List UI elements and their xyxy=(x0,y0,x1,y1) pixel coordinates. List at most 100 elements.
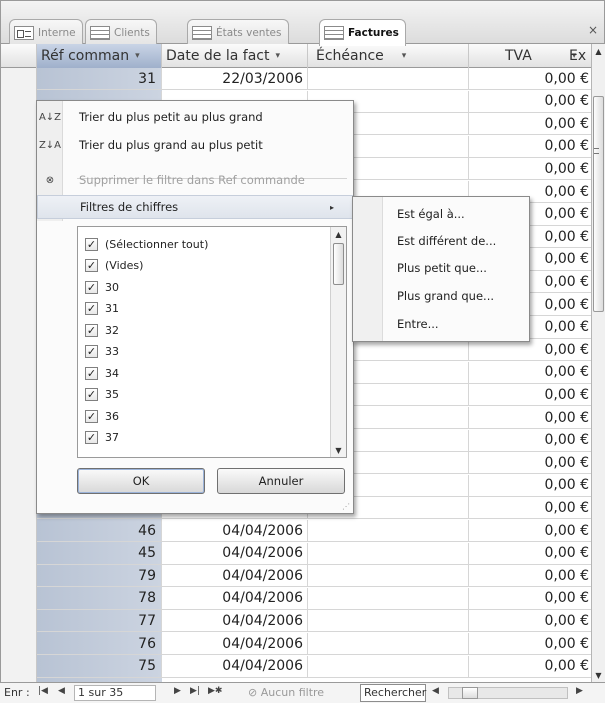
tva-cell[interactable]: 0,00 € xyxy=(469,475,591,496)
chevron-down-icon[interactable]: ▾ xyxy=(402,51,407,61)
ref-commande-cell[interactable]: 31 xyxy=(37,68,162,89)
close-icon[interactable]: × xyxy=(588,23,598,37)
filter-checkbox-item[interactable]: ✓ 37 xyxy=(85,427,119,449)
tva-cell[interactable]: 0,00 € xyxy=(469,452,591,473)
first-record-icon[interactable]: |◀ xyxy=(38,686,48,696)
tva-cell[interactable]: 0,00 € xyxy=(469,384,591,405)
ref-commande-cell[interactable]: 77 xyxy=(37,610,162,632)
vertical-scrollbar[interactable]: ▲ ▼ xyxy=(591,44,605,682)
checkbox[interactable]: ✓ xyxy=(85,409,98,423)
checkbox[interactable]: ✓ xyxy=(85,388,98,401)
tva-cell[interactable]: 0,00 € xyxy=(469,68,591,89)
tva-cell[interactable]: 0,00 € xyxy=(469,497,591,518)
submenu-item-between[interactable]: Entre... xyxy=(397,313,439,335)
date-facture-cell[interactable]: 04/04/2006 xyxy=(162,565,308,587)
echeance-cell[interactable] xyxy=(308,565,469,587)
table-row[interactable]: 79 04/04/2006 0,00 € xyxy=(37,565,591,588)
ref-commande-cell[interactable]: 46 xyxy=(37,520,162,541)
table-row[interactable]: 76 04/04/2006 0,00 € xyxy=(37,633,591,655)
ok-button[interactable]: OK xyxy=(77,468,205,494)
submenu-item-greater-than[interactable]: Plus grand que... xyxy=(397,285,494,307)
row-selector-column[interactable] xyxy=(1,68,37,682)
checkbox[interactable]: ✓ xyxy=(85,302,98,315)
table-row[interactable]: 75 04/04/2006 0,00 € xyxy=(37,655,591,678)
scroll-down-icon[interactable]: ▼ xyxy=(592,668,605,682)
column-header-date-facture[interactable]: Date de la fact ▾ xyxy=(162,44,308,68)
list-scrollbar[interactable]: ▲ ▼ xyxy=(330,227,346,457)
submenu-item-less-than[interactable]: Plus petit que... xyxy=(397,257,487,279)
tva-cell[interactable]: 0,00 € xyxy=(469,633,591,654)
tva-cell[interactable]: 0,00 € xyxy=(469,520,591,541)
date-facture-cell[interactable]: 04/04/2006 xyxy=(162,633,308,654)
column-header-ex[interactable]: Ex xyxy=(565,44,591,68)
tva-cell[interactable]: 0,00 € xyxy=(469,430,591,451)
scroll-up-icon[interactable]: ▲ xyxy=(331,227,346,241)
checkbox[interactable]: ✓ xyxy=(85,345,98,358)
checkbox[interactable]: ✓ xyxy=(85,237,98,251)
date-facture-cell[interactable]: 04/04/2006 xyxy=(162,542,308,564)
checkbox[interactable]: ✓ xyxy=(85,323,98,337)
record-position-field[interactable]: 1 sur 35 xyxy=(74,685,156,701)
date-facture-cell[interactable]: 04/04/2006 xyxy=(162,587,308,609)
checkbox[interactable]: ✓ xyxy=(85,366,98,380)
filter-checkbox-item[interactable]: ✓ 33 xyxy=(85,341,119,363)
scroll-left-icon[interactable]: ◀ xyxy=(432,686,439,696)
tva-cell[interactable]: 0,00 € xyxy=(469,339,591,360)
scrollbar-thumb[interactable] xyxy=(333,243,344,285)
ref-commande-cell[interactable]: 78 xyxy=(37,587,162,609)
tab-factures[interactable]: Factures xyxy=(319,19,406,46)
tva-cell[interactable]: 0,00 € xyxy=(469,136,591,157)
search-input[interactable]: Rechercher xyxy=(360,684,426,702)
table-row[interactable]: 77 04/04/2006 0,00 € xyxy=(37,610,591,633)
tva-cell[interactable]: 0,00 € xyxy=(469,113,591,134)
scrollbar-thumb[interactable] xyxy=(593,96,604,312)
scrollbar-thumb[interactable] xyxy=(462,687,478,699)
checkbox[interactable]: ✓ xyxy=(85,280,98,294)
date-facture-cell[interactable]: 04/04/2006 xyxy=(162,520,308,541)
menu-item-sort-ascending[interactable]: A↓Z Trier du plus petit au plus grand xyxy=(37,105,353,129)
scroll-right-icon[interactable]: ▶ xyxy=(576,686,583,696)
filter-checkbox-item[interactable]: ✓ (Vides) xyxy=(85,255,143,277)
tva-cell[interactable]: 0,00 € xyxy=(469,91,591,112)
next-record-icon[interactable]: ▶ xyxy=(174,686,181,696)
echeance-cell[interactable] xyxy=(308,520,469,541)
echeance-cell[interactable] xyxy=(308,655,469,677)
ref-commande-cell[interactable]: 45 xyxy=(37,542,162,564)
scroll-down-icon[interactable]: ▼ xyxy=(331,443,346,457)
filter-checkbox-item[interactable]: ✓ 32 xyxy=(85,319,119,341)
date-facture-cell[interactable]: 04/04/2006 xyxy=(162,655,308,677)
ref-commande-cell[interactable]: 76 xyxy=(37,633,162,654)
filter-checkbox-item[interactable]: ✓ 34 xyxy=(85,362,119,384)
tva-cell[interactable]: 0,00 € xyxy=(469,362,591,383)
scroll-up-icon[interactable]: ▲ xyxy=(592,44,605,58)
tva-cell[interactable]: 0,00 € xyxy=(469,565,591,586)
ref-commande-cell[interactable]: 75 xyxy=(37,655,162,677)
tab-interne[interactable]: Interne xyxy=(9,19,83,45)
tva-cell[interactable]: 0,00 € xyxy=(469,158,591,179)
tva-cell[interactable]: 0,00 € xyxy=(469,543,591,564)
menu-item-number-filters[interactable]: Filtres de chiffres ▸ xyxy=(37,195,353,219)
filter-checkbox-item[interactable]: ✓ (Sélectionner tout) xyxy=(85,233,208,255)
table-row[interactable]: 46 04/04/2006 0,00 € xyxy=(37,520,591,542)
tab-clients[interactable]: Clients xyxy=(85,19,157,45)
echeance-cell[interactable] xyxy=(308,68,469,89)
submenu-item-not-equals[interactable]: Est différent de... xyxy=(397,230,496,252)
echeance-cell[interactable] xyxy=(308,542,469,564)
cancel-button[interactable]: Annuler xyxy=(217,468,345,494)
submenu-item-equals[interactable]: Est égal à... xyxy=(397,203,465,225)
ref-commande-cell[interactable]: 79 xyxy=(37,565,162,587)
chevron-down-icon[interactable]: ▾ xyxy=(275,51,280,61)
menu-item-sort-descending[interactable]: Z↓A Trier du plus grand au plus petit xyxy=(37,133,353,157)
column-header-echeance[interactable]: Échéance ▾ xyxy=(308,44,469,68)
tva-cell[interactable]: 0,00 € xyxy=(469,610,591,631)
tva-cell[interactable]: 0,00 € xyxy=(469,656,591,677)
tab-etats-ventes[interactable]: États ventes xyxy=(187,19,289,45)
filter-checkbox-item[interactable]: ✓ 35 xyxy=(85,384,119,406)
date-facture-cell[interactable]: 04/04/2006 xyxy=(162,610,308,632)
echeance-cell[interactable] xyxy=(308,633,469,654)
tva-cell[interactable]: 0,00 € xyxy=(469,588,591,609)
table-row[interactable]: 78 04/04/2006 0,00 € xyxy=(37,587,591,610)
new-record-icon[interactable]: ▶✱ xyxy=(208,686,222,696)
last-record-icon[interactable]: ▶| xyxy=(190,686,200,696)
checkbox[interactable]: ✓ xyxy=(85,259,98,272)
